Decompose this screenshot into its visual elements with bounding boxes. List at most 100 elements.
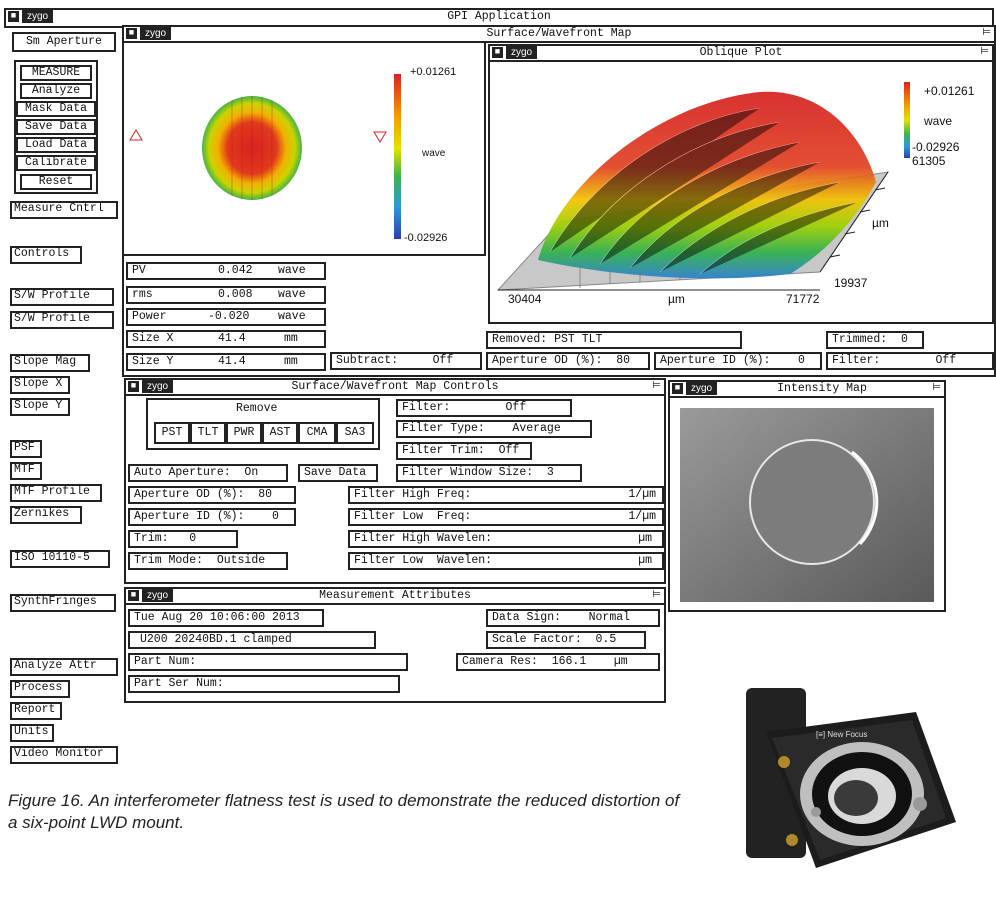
intensity-map-title-bar[interactable]: ■ zygo Intensity Map ⊨ [670, 382, 944, 398]
intensity-image [680, 408, 934, 602]
surface-map-title-bar[interactable]: ■ zygo Surface/Wavefront Map ⊨ [124, 27, 994, 43]
synthfringes-button[interactable]: SynthFringes [10, 594, 116, 612]
remove-tlt-button[interactable]: TLT [190, 422, 226, 444]
attributes-title: Measurement Attributes [319, 589, 471, 602]
sm-aperture-button[interactable]: Sm Aperture [12, 32, 116, 52]
mc-aperture-id-field[interactable]: Aperture ID (%): 0 [128, 508, 296, 526]
report-button[interactable]: Report [10, 702, 62, 720]
calibrate-button[interactable]: Calibrate [16, 155, 96, 171]
load-data-button[interactable]: Load Data [16, 137, 96, 153]
iso-button[interactable]: ISO 10110-5 [10, 550, 110, 568]
auto-aperture-field[interactable]: Auto Aperture: On [128, 464, 288, 482]
mc-filter-type-field[interactable]: Filter Type: Average [396, 420, 592, 438]
filter-low-freq-field[interactable]: Filter Low Freq: 1/µm [348, 508, 664, 526]
measure-cntrl-button[interactable]: Measure Cntrl [10, 201, 118, 219]
reset-button[interactable]: Reset [20, 174, 92, 190]
trim-mode-field[interactable]: Trim Mode: Outside [128, 552, 288, 570]
measure-button[interactable]: MEASURE [20, 65, 92, 81]
pin-icon[interactable]: ⊨ [932, 382, 941, 395]
stat-label: Size Y [132, 355, 174, 368]
colorbar [394, 74, 401, 239]
remove-pst-button[interactable]: PST [154, 422, 190, 444]
aperture-id-field[interactable]: Aperture ID (%): 0 [654, 352, 822, 370]
oblique-plot-window: ■ zygo Oblique Plot ⊨ +0.01261 wave -0.0… [488, 44, 994, 324]
mc-save-data-button[interactable]: Save Data [298, 464, 378, 482]
filter-row-unit: 1/µm [628, 510, 656, 523]
map-controls-title: Surface/Wavefront Map Controls [291, 380, 499, 393]
mc-aperture-od-field[interactable]: Aperture OD (%): 80 [128, 486, 296, 504]
sw-profile-button-1[interactable]: S/W Profile [10, 288, 114, 306]
mc-filter-field[interactable]: Filter: Off [396, 399, 572, 417]
remove-pwr-button[interactable]: PWR [226, 422, 262, 444]
filter-high-wavelen-field[interactable]: Filter High Wavelen: µm [348, 530, 664, 548]
stat-label: PV [132, 264, 146, 277]
attributes-title-bar[interactable]: ■ zygo Measurement Attributes ⊨ [126, 589, 664, 605]
mtf-button[interactable]: MTF [10, 462, 42, 480]
colorbar-max-label: +0.01261 [410, 66, 457, 78]
map-controls-title-bar[interactable]: ■ zygo Surface/Wavefront Map Controls ⊨ [126, 380, 664, 396]
analyze-button[interactable]: Analyze [20, 83, 92, 99]
marker-right-icon [373, 131, 387, 143]
stat-value: 41.4 [218, 355, 246, 368]
filter-row-label: Filter High Freq: [354, 488, 472, 501]
filter-field[interactable]: Filter: Off [826, 352, 994, 370]
comment-field[interactable]: U200 20240BD.1 clamped [128, 631, 376, 649]
mount-photo: [≡] New Focus [706, 672, 982, 896]
scale-factor-field[interactable]: Scale Factor: 0.5 [486, 631, 646, 649]
surface-map-title: Surface/Wavefront Map [486, 27, 632, 40]
mc-filter-trim-field[interactable]: Filter Trim: Off [396, 442, 532, 460]
filter-high-freq-field[interactable]: Filter High Freq: 1/µm [348, 486, 664, 504]
filter-row-unit: µm [638, 554, 652, 567]
save-data-button[interactable]: Save Data [16, 119, 96, 135]
sw-profile-button-2[interactable]: S/W Profile [10, 311, 114, 329]
stat-row-size-x: Size X 41.4 mm [126, 330, 326, 348]
subtract-field[interactable]: Subtract: Off [330, 352, 482, 370]
intensity-map-window: ■ zygo Intensity Map ⊨ [668, 380, 946, 612]
camera-res-field: Camera Res: 166.1 µm [456, 653, 660, 671]
psf-button[interactable]: PSF [10, 440, 42, 458]
stat-unit: wave [278, 288, 306, 301]
remove-ast-button[interactable]: AST [262, 422, 298, 444]
slope-x-button[interactable]: Slope X [10, 376, 70, 394]
aperture-od-field[interactable]: Aperture OD (%): 80 [486, 352, 650, 370]
stat-unit: mm [284, 355, 298, 368]
remove-sa3-button[interactable]: SA3 [336, 422, 374, 444]
mtf-profile-button[interactable]: MTF Profile [10, 484, 102, 502]
stat-unit: wave [278, 310, 306, 323]
stat-value: 0.042 [218, 264, 253, 277]
map-controls-window: ■ zygo Surface/Wavefront Map Controls ⊨ … [124, 378, 666, 584]
filter-row-label: Filter Low Wavelen: [354, 554, 493, 567]
filter-low-wavelen-field[interactable]: Filter Low Wavelen: µm [348, 552, 664, 570]
pin-icon[interactable]: ⊨ [980, 46, 989, 59]
part-ser-num-field[interactable]: Part Ser Num: [128, 675, 400, 693]
trim-field[interactable]: Trim: 0 [128, 530, 238, 548]
zernikes-button[interactable]: Zernikes [10, 506, 82, 524]
data-sign-field[interactable]: Data Sign: Normal [486, 609, 660, 627]
controls-button[interactable]: Controls [10, 246, 82, 264]
video-monitor-button[interactable]: Video Monitor [10, 746, 118, 764]
measure-group: MEASURE Analyze Mask Data Save Data Load… [14, 60, 98, 194]
mount-label: [≡] New Focus [816, 730, 868, 739]
stat-row-power: Power -0.020 wave [126, 308, 326, 326]
pin-icon[interactable]: ⊨ [652, 589, 661, 602]
stat-label: rms [132, 288, 153, 301]
units-button[interactable]: Units [10, 724, 54, 742]
process-button[interactable]: Process [10, 680, 70, 698]
surface-map-plot: +0.01261 wave -0.02926 [124, 42, 486, 256]
stat-row-size-y: Size Y 41.4 mm [126, 353, 326, 371]
pin-icon[interactable]: ⊨ [982, 27, 991, 40]
analyze-attr-button[interactable]: Analyze Attr [10, 658, 118, 676]
slope-mag-button[interactable]: Slope Mag [10, 354, 90, 372]
oblique-plot-title-bar[interactable]: ■ zygo Oblique Plot ⊨ [490, 46, 992, 62]
oblique-legend-min2: 61305 [912, 154, 946, 168]
stat-value: -0.020 [208, 310, 250, 323]
remove-cma-button[interactable]: CMA [298, 422, 336, 444]
oblique-legend-unit: wave [924, 114, 953, 128]
mask-data-button[interactable]: Mask Data [16, 101, 96, 117]
part-num-field[interactable]: Part Num: [128, 653, 408, 671]
slope-y-button[interactable]: Slope Y [10, 398, 70, 416]
filter-window-size-field[interactable]: Filter Window Size: 3 [396, 464, 582, 482]
filter-row-unit: µm [638, 532, 652, 545]
stat-label: Size X [132, 332, 174, 345]
pin-icon[interactable]: ⊨ [652, 380, 661, 393]
